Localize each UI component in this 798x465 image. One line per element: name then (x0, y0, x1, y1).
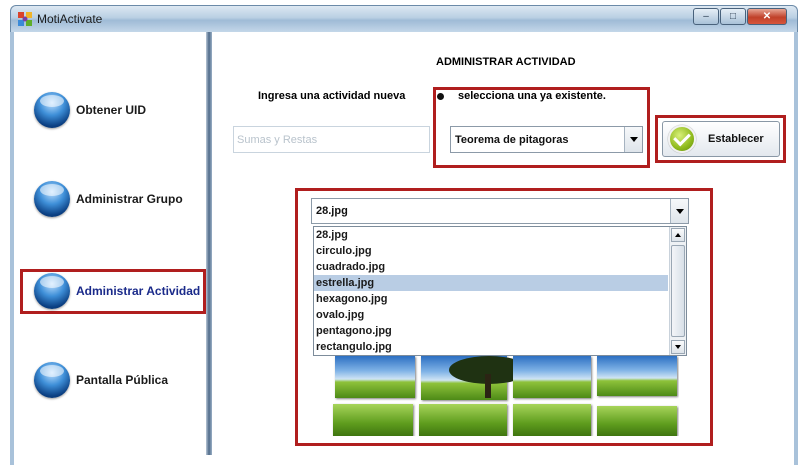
list-item[interactable]: cuadrado.jpg (314, 259, 668, 275)
establecer-button[interactable]: Establecer (662, 121, 780, 157)
title-bar: MotiActivate – □ ✕ (10, 5, 798, 32)
sidebar-item-administrar-grupo[interactable]: Administrar Grupo (34, 179, 183, 219)
maximize-button[interactable]: □ (720, 8, 746, 25)
existing-activity-value: Teorema de pitagoras (455, 133, 569, 146)
sidebar-item-pantalla-publica[interactable]: Pantalla Pública (34, 360, 168, 400)
app-icon (18, 12, 32, 26)
sidebar-item-administrar-actividad[interactable]: Administrar Actividad (34, 271, 200, 311)
existing-activity-select[interactable]: Teorema de pitagoras (450, 126, 643, 153)
new-activity-input[interactable] (233, 126, 430, 153)
sidebar-item-obtener-uid[interactable]: Obtener UID (34, 90, 146, 130)
orb-icon (34, 181, 70, 217)
image-select-value: 28.jpg (316, 205, 348, 217)
list-item[interactable]: 28.jpg (314, 227, 668, 243)
orb-icon (34, 273, 70, 309)
sidebar-item-label: Administrar Actividad (76, 284, 201, 298)
minimize-button[interactable]: – (693, 8, 719, 25)
orb-icon (34, 92, 70, 128)
puzzle-preview-image (331, 356, 679, 436)
image-options-list[interactable]: 28.jpg circulo.jpg cuadrado.jpg estrella… (313, 226, 687, 356)
establecer-label: Establecer (708, 133, 764, 145)
new-activity-label: Ingresa una actividad nueva (258, 90, 406, 102)
scroll-up-icon[interactable] (671, 228, 685, 242)
list-item[interactable]: ovalo.jpg (314, 307, 668, 323)
orb-icon (34, 362, 70, 398)
list-item[interactable]: rectangulo.jpg (314, 339, 668, 355)
page-title: ADMINISTRAR ACTIVIDAD (436, 56, 576, 68)
list-scrollbar[interactable] (669, 227, 686, 355)
sidebar-item-label: Pantalla Pública (76, 373, 169, 387)
window-title: MotiActivate (37, 12, 103, 26)
image-select[interactable]: 28.jpg (311, 198, 689, 224)
list-item[interactable]: hexagono.jpg (314, 291, 668, 307)
chevron-down-icon[interactable] (670, 199, 688, 223)
chevron-down-icon[interactable] (624, 127, 642, 152)
sidebar-item-label: Obtener UID (76, 103, 147, 117)
list-item-selected[interactable]: estrella.jpg (314, 275, 668, 291)
check-icon (668, 125, 696, 153)
list-item[interactable]: circulo.jpg (314, 243, 668, 259)
panel-divider (206, 32, 212, 455)
scroll-down-icon[interactable] (671, 340, 685, 354)
sidebar-item-label: Administrar Grupo (76, 192, 183, 206)
list-item[interactable]: pentagono.jpg (314, 323, 668, 339)
scroll-thumb[interactable] (671, 245, 685, 337)
close-button[interactable]: ✕ (747, 8, 787, 25)
